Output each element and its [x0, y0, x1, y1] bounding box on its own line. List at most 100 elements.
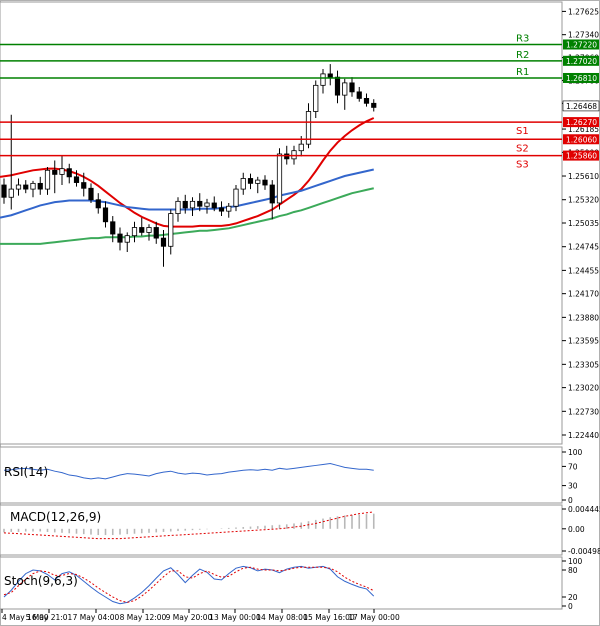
- candle-body: [124, 235, 130, 243]
- axis-tick-label: 0: [568, 496, 573, 505]
- price-tick-label: 1.24745: [568, 243, 599, 252]
- candle-body: [160, 237, 167, 247]
- time-tick-label: 17 May 00:00: [348, 613, 400, 622]
- current-price-label: 1.26468: [566, 102, 597, 111]
- candle-body: [204, 202, 210, 207]
- candle-body: [95, 199, 101, 209]
- candle-body: [255, 179, 261, 184]
- price-chart: 1.276251.273401.270601.267801.265001.261…: [0, 0, 600, 626]
- candle: [276, 148, 283, 210]
- candle-body: [371, 102, 377, 108]
- current-price-marker: 1.26468: [562, 100, 600, 112]
- candle-body: [168, 213, 174, 247]
- candle-body: [269, 184, 275, 204]
- price-tick-label: 1.25610: [568, 172, 599, 181]
- time-tick-label: 5 May 21:01: [26, 613, 73, 622]
- candle-body: [110, 221, 116, 235]
- rsi-panel: 100 70 30 0 RSI(14): [0, 446, 583, 505]
- level-price-label: 1.26810: [566, 74, 597, 83]
- candle-body: [8, 188, 14, 198]
- candle-body: [59, 168, 65, 175]
- candle-body: [117, 233, 123, 243]
- price-tick-label: 1.22440: [568, 431, 599, 440]
- axis-tick-label: 0.00: [568, 525, 585, 534]
- candle-body: [30, 182, 36, 190]
- candle-body: [102, 207, 109, 223]
- stoch-panel: 10080 200 Stoch(9,6,3): [0, 556, 583, 611]
- level-price-label: 1.26270: [566, 118, 597, 127]
- time-tick-label: 7 May 04:00: [73, 613, 120, 622]
- price-tick-label: 1.25320: [568, 196, 599, 205]
- candle-body: [327, 73, 333, 78]
- price-tick-label: 1.24455: [568, 266, 599, 275]
- candle-body: [247, 178, 254, 184]
- price-tick-label: 1.27625: [568, 7, 599, 16]
- candle-body: [88, 187, 94, 201]
- candle-body: [276, 153, 283, 204]
- axis-tick-label: 80: [568, 566, 578, 575]
- candle-body: [284, 153, 290, 160]
- candle-body: [146, 227, 152, 233]
- candle-body: [334, 76, 341, 96]
- candle-body: [298, 143, 304, 152]
- candle-body: [320, 73, 326, 86]
- candle-body: [15, 184, 22, 190]
- price-tick-label: 1.25035: [568, 219, 599, 228]
- candle-body: [226, 205, 232, 212]
- time-tick-label: 13 May 00:00: [209, 613, 261, 622]
- price-tick-label: 1.23880: [568, 313, 599, 322]
- candle-body: [81, 182, 87, 189]
- time-tick-label: 15 May 16:00: [303, 613, 355, 622]
- rsi-label: RSI(14): [4, 465, 48, 479]
- price-panel-frame: [0, 1, 563, 445]
- axis-tick-label: 30: [568, 482, 578, 491]
- macd-label: MACD(12,26,9): [10, 510, 101, 524]
- candle-body: [218, 207, 225, 212]
- stoch-label: Stoch(9,6,3): [4, 574, 78, 588]
- rsi-panel-frame: [0, 446, 563, 504]
- level-name-s2: S2: [516, 143, 529, 154]
- candle-body: [1, 184, 7, 198]
- price-tick-label: 1.27340: [568, 31, 599, 40]
- level-price-label: 1.27020: [566, 57, 597, 66]
- candle-body: [240, 178, 246, 190]
- candle-body: [363, 98, 370, 104]
- candle-body: [37, 182, 43, 190]
- level-name-r2: R2: [516, 50, 529, 61]
- candle-body: [291, 150, 297, 160]
- level-name-s1: S1: [516, 126, 529, 137]
- candle-body: [233, 188, 239, 207]
- candle-body: [262, 179, 268, 186]
- candle-body: [342, 82, 348, 96]
- price-tick-label: 1.24170: [568, 290, 599, 299]
- candle-body: [131, 227, 138, 237]
- axis-tick-label: 0: [568, 602, 573, 611]
- level-price-label: 1.26060: [566, 135, 597, 144]
- level-name-r1: R1: [516, 67, 529, 78]
- candle-body: [23, 184, 29, 190]
- level-name-r3: R3: [516, 33, 529, 44]
- candle-body: [211, 202, 217, 209]
- stoch-panel-frame: [0, 556, 563, 610]
- candle-body: [356, 91, 362, 99]
- candle-body: [313, 84, 319, 112]
- candle-body: [153, 227, 159, 239]
- candle-body: [349, 82, 355, 93]
- axis-tick-label: 70: [568, 462, 578, 471]
- axis-tick-label: 0.004445: [568, 505, 600, 514]
- time-tick-label: 8 May 12:00: [120, 613, 167, 622]
- candle-body: [182, 200, 188, 209]
- level-name-s3: S3: [516, 160, 529, 171]
- level-price-label: 1.25860: [566, 152, 597, 161]
- candle-body: [66, 168, 72, 178]
- candle-body: [175, 200, 181, 215]
- price-panel: 1.276251.273401.270601.267801.265001.261…: [0, 1, 600, 445]
- candle-body: [197, 200, 203, 207]
- candle-body: [44, 169, 51, 190]
- candle-body: [73, 176, 80, 183]
- price-tick-label: 1.23595: [568, 337, 599, 346]
- macd-panel: 0.004445 0.00 -0.00498 MACD(12,26,9): [0, 504, 600, 556]
- candle-body: [139, 227, 145, 233]
- axis-tick-label: 100: [568, 557, 583, 566]
- axis-tick-label: -0.00498: [568, 547, 600, 556]
